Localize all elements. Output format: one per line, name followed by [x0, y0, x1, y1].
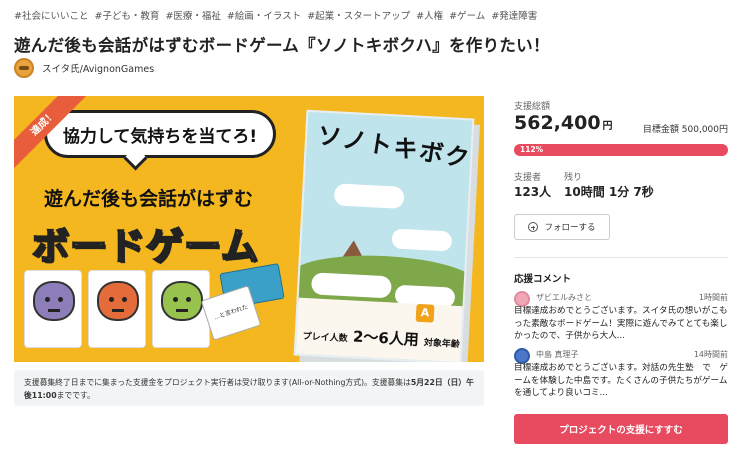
character-card [152, 270, 210, 348]
tag-link[interactable]: #起業・スタートアップ [307, 11, 410, 22]
support-project-button[interactable]: プロジェクトの支援にすすむ [514, 414, 728, 444]
progress-percent: 112% [520, 145, 544, 154]
comment-time: 14時間前 [693, 350, 728, 359]
comment-time: 1時間前 [698, 293, 728, 302]
comment-author[interactable]: ザビエルみさと [536, 292, 592, 303]
tag-link[interactable]: #絵画・イラスト [227, 11, 301, 22]
divider [514, 257, 728, 258]
supporters-label: 支援者 [514, 173, 542, 183]
author-row[interactable]: スイタ氏/AvignonGames [14, 58, 154, 78]
funding-notice: 支援募集終了日までに集まった支援金をプロジェクト実行者は受け取ります(All-o… [14, 370, 484, 406]
project-hero-image: 協力して気持ちを当てろ! 達成！ 遊んだ後も会話がはずむ ボードゲーム …と言わ… [14, 96, 484, 362]
hero-headline: 遊んだ後も会話がはずむ [44, 188, 254, 210]
comment-author[interactable]: 中島 真理子 [536, 349, 579, 360]
follow-label: フォローする [544, 223, 596, 233]
goal-amount: 目標金額 500,000円 [642, 125, 728, 135]
supporters-count: 123人 [514, 185, 552, 199]
tag-link[interactable]: #発達障害 [491, 11, 537, 22]
tag-link[interactable]: #社会にいいこと [14, 11, 88, 22]
remaining-time: 10時間 1分 7秒 [564, 185, 654, 199]
tag-link[interactable]: #ゲーム [449, 11, 485, 22]
game-box: ソノトキボクハ A プレイ人数 2〜6人用 対象年齢 7歳から! [293, 109, 475, 362]
tag-list: #社会にいいこと #子ども・教育 #医療・福祉 #絵画・イラスト #起業・スタートアップ… [14, 8, 543, 22]
author-name[interactable]: スイタ氏/AvignonGames [42, 61, 154, 75]
follow-button[interactable]: フォローする [514, 214, 610, 240]
tag-link[interactable]: #人権 [416, 11, 443, 22]
amount-value: 562,400 円 [514, 112, 613, 134]
page-title: 遊んだ後も会話がはずむボードゲーム『ソノトキボクハ』を作りたい！ [14, 36, 550, 55]
comments-title: 応援コメント [514, 274, 572, 285]
box-badge: A [415, 303, 435, 323]
character-card [88, 270, 146, 348]
avatar[interactable] [14, 58, 34, 78]
hero-speech-bubble: 協力して気持ちを当てろ! [44, 110, 276, 158]
hero-title: ボードゲーム [31, 224, 259, 269]
amount-label: 支援総額 [514, 102, 551, 112]
remaining-label: 残り [564, 173, 583, 183]
comment-text: 目標達成おめでとうございます。スイタ氏の想いがこもった素敵なボードゲーム！実際に… [514, 306, 728, 341]
tag-link[interactable]: #子ども・教育 [94, 11, 159, 22]
box-title: ソノトキボクハ [315, 121, 475, 177]
progress-bar: 112% [514, 144, 728, 156]
plus-circle-icon [528, 222, 539, 232]
tag-link[interactable]: #医療・福祉 [165, 11, 220, 22]
comment-text: 目標達成おめでとうございます。対話の先生塾 で ゲームを体験した中島です。たくさ… [514, 363, 728, 398]
character-card [24, 270, 82, 348]
